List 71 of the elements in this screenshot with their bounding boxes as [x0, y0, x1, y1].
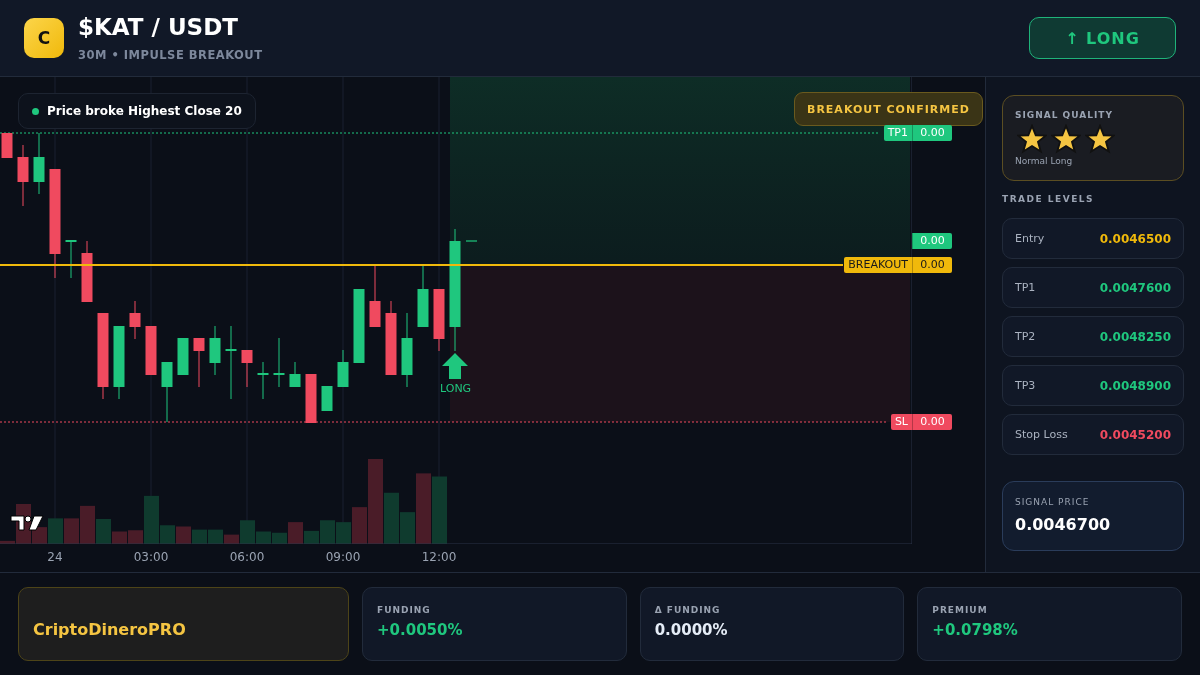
- time-axis-label: 03:00: [133, 550, 169, 564]
- quality-caption: Normal Long: [1015, 156, 1074, 166]
- breakout-badge: BREAKOUT CONFIRMED: [794, 92, 983, 126]
- price-tag-label: SL: [890, 414, 912, 430]
- time-axis-label: 12:00: [421, 550, 457, 564]
- up-arrow-icon: [442, 353, 468, 379]
- candlestick: [17, 144, 29, 207]
- candlestick: [289, 361, 301, 388]
- level-label: Entry: [1015, 232, 1045, 245]
- candlestick: [257, 361, 269, 400]
- candlestick: [321, 385, 333, 412]
- coin-logo: C: [24, 18, 64, 58]
- pair-title: $KAT / USDT: [78, 14, 239, 40]
- stat-label: Δ FUNDING: [654, 605, 722, 615]
- candlestick: [305, 373, 317, 424]
- price-tag-value: 0.00: [912, 125, 952, 141]
- candlestick: [177, 337, 189, 376]
- level-value: 0.0048250: [1099, 329, 1171, 344]
- candlestick: [161, 361, 173, 423]
- candlestick: [145, 325, 157, 376]
- brand-name: CriptoDineroPRO: [33, 619, 186, 639]
- stat-label: PREMIUM: [932, 605, 989, 615]
- stat-label: FUNDING: [377, 605, 432, 615]
- condition-text: Price broke Highest Close 20: [47, 104, 242, 118]
- time-axis-label: 06:00: [229, 550, 265, 564]
- level-label: Stop Loss: [1015, 428, 1068, 441]
- candlestick: [273, 337, 285, 388]
- level-value: 0.0046500: [1099, 231, 1171, 246]
- star-icon: [1017, 124, 1047, 154]
- long-button[interactable]: ↑ LONG: [1029, 17, 1176, 59]
- status-dot: [32, 107, 39, 115]
- volume-bar: [176, 526, 191, 544]
- timeframe-subtitle: 30M • IMPULSE BREAKOUT: [78, 48, 263, 62]
- stat-value: +0.0798%: [932, 621, 1019, 639]
- signal-price-label: SIGNAL PRICE: [1015, 497, 1091, 507]
- signal-price-value: 0.0046700: [1015, 515, 1112, 534]
- time-axis-label: 24: [47, 550, 63, 564]
- price-tag-value: 0.00: [912, 257, 952, 273]
- level-label: TP2: [1015, 330, 1036, 343]
- signal-label: LONG: [440, 382, 472, 395]
- level-value: 0.0045200: [1099, 427, 1171, 442]
- section-title: TRADE LEVELS: [1002, 194, 1095, 204]
- candlestick: [65, 240, 77, 279]
- candlestick: [241, 349, 253, 388]
- candlestick: [369, 264, 381, 328]
- candlestick: [209, 325, 221, 376]
- card-title: SIGNAL QUALITY: [1015, 110, 1114, 120]
- time-axis-label: 09:00: [325, 550, 361, 564]
- candlestick: [417, 264, 429, 328]
- candlestick: [33, 132, 45, 195]
- stat-value: 0.0000%: [654, 621, 729, 639]
- price-tag-value: 0.00: [912, 233, 952, 249]
- chart-logo-icon: [10, 514, 44, 532]
- candlestick: [193, 337, 205, 388]
- price-tag-label: BREAKOUT: [844, 257, 912, 273]
- candlestick: [129, 300, 141, 340]
- level-value: 0.0047600: [1099, 280, 1171, 295]
- stat-value: +0.0050%: [377, 621, 464, 639]
- level-label: TP1: [1015, 281, 1036, 294]
- star-icon: [1085, 124, 1115, 154]
- price-marker: [465, 240, 478, 242]
- level-label: TP3: [1015, 379, 1036, 392]
- level-value: 0.0048900: [1099, 378, 1171, 393]
- candlestick: [433, 288, 445, 352]
- price-tag-value: 0.00: [912, 414, 952, 430]
- volume-bar: [432, 476, 447, 544]
- star-icon: [1051, 124, 1081, 154]
- candlestick: [81, 240, 93, 303]
- candlestick: [337, 349, 349, 388]
- candlestick: [1, 132, 13, 159]
- price-tag-label: TP1: [883, 125, 912, 141]
